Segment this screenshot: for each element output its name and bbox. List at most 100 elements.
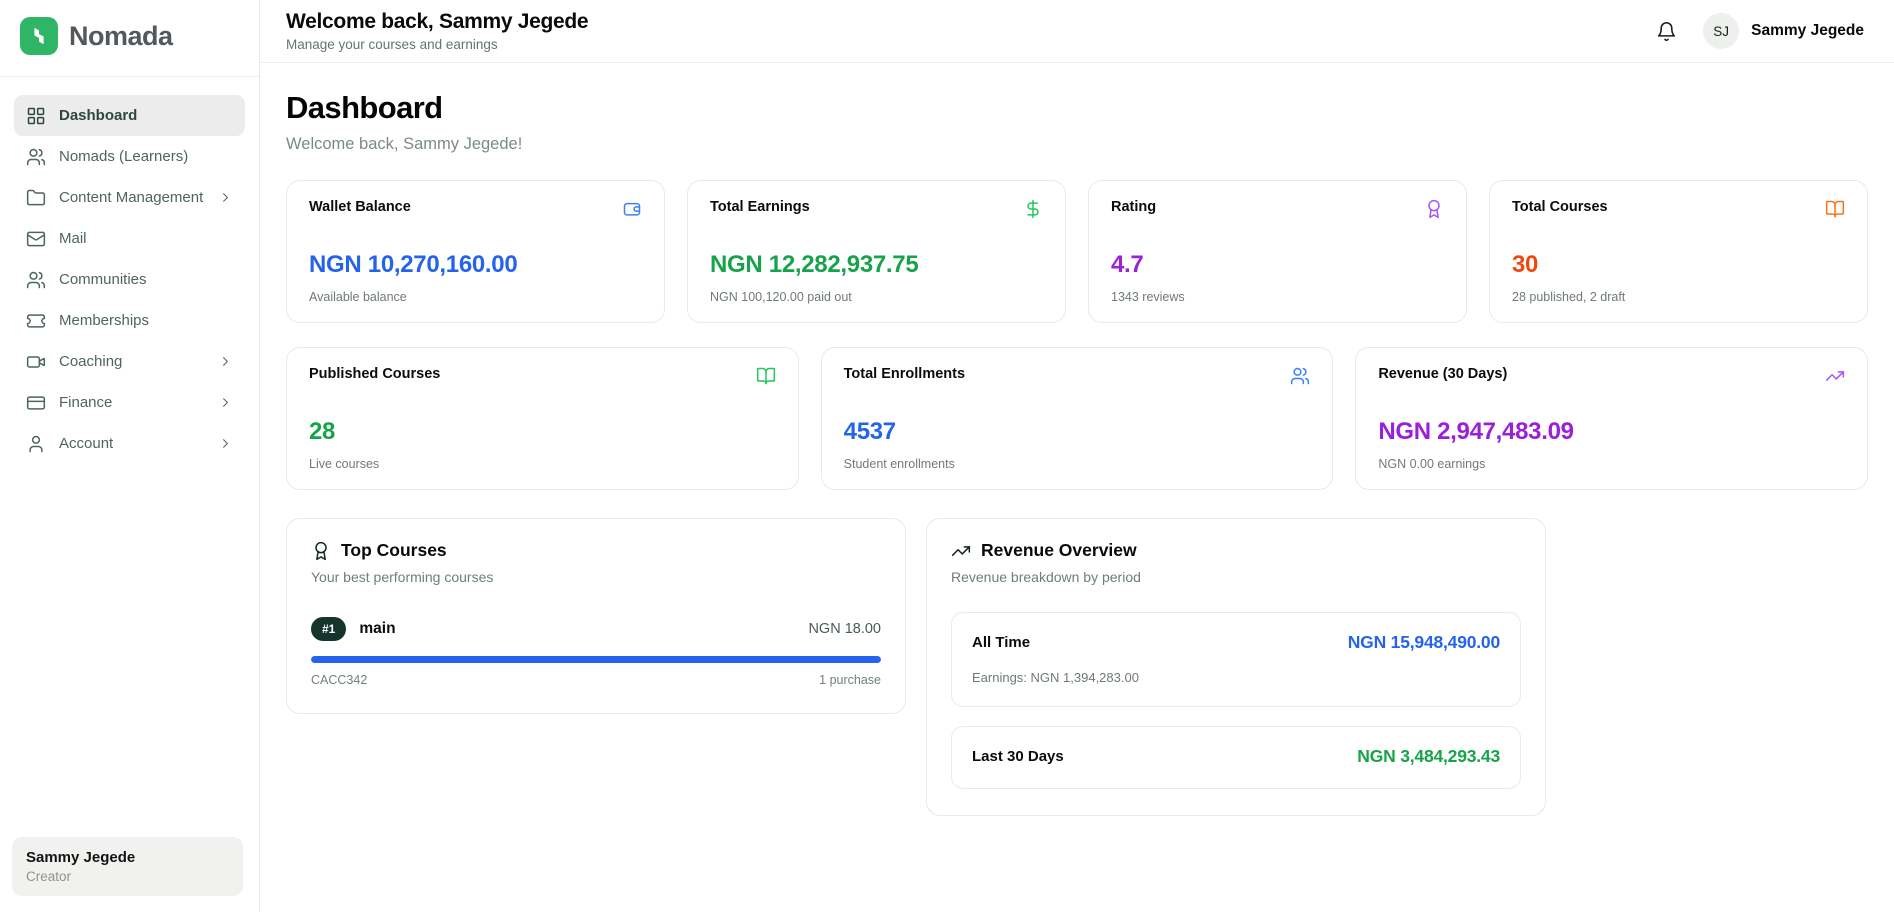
sidebar-item-content-management[interactable]: Content Management — [14, 177, 245, 218]
stat-value: NGN 2,947,483.09 — [1378, 418, 1845, 446]
stat-title: Wallet Balance — [309, 199, 411, 215]
chevron-right-icon — [218, 354, 233, 369]
stat-card-rating: Rating 4.7 1343 reviews — [1088, 180, 1467, 323]
brand-logo[interactable]: Nomada — [0, 0, 259, 77]
sidebar-item-account[interactable]: Account — [14, 423, 245, 464]
stat-subtext: Live courses — [309, 457, 776, 471]
sidebar-item-finance[interactable]: Finance — [14, 382, 245, 423]
stat-subtext: NGN 100,120.00 paid out — [710, 290, 1043, 304]
topbar-right: SJ Sammy Jegede — [1656, 13, 1864, 49]
avatar: SJ — [1703, 13, 1739, 49]
sidebar-item-coaching[interactable]: Coaching — [14, 341, 245, 382]
brand-name: Nomada — [69, 21, 173, 52]
sidebar-item-communities[interactable]: Communities — [14, 259, 245, 300]
chevron-right-icon — [218, 395, 233, 410]
stat-subtext: Available balance — [309, 290, 642, 304]
notifications-button[interactable] — [1656, 21, 1677, 42]
folder-icon — [26, 188, 46, 208]
revenue-period-all-time: All Time NGN 15,948,490.00 Earnings: NGN… — [951, 612, 1521, 707]
stat-title: Total Earnings — [710, 199, 810, 215]
sidebar-item-label: Coaching — [59, 353, 122, 370]
award-icon — [1424, 199, 1444, 219]
chevron-right-icon — [218, 436, 233, 451]
trending-up-icon — [1825, 366, 1845, 386]
revenue-period-last-30-days: Last 30 Days NGN 3,484,293.43 — [951, 726, 1521, 789]
users-icon — [26, 270, 46, 290]
ticket-icon — [26, 311, 46, 331]
period-value: NGN 15,948,490.00 — [1348, 632, 1500, 653]
panel-title: Revenue Overview — [981, 540, 1137, 561]
sidebar-item-label: Memberships — [59, 312, 149, 329]
bell-icon — [1656, 21, 1677, 42]
stat-card-revenue-30-days: Revenue (30 Days) NGN 2,947,483.09 NGN 0… — [1355, 347, 1868, 490]
grid-icon — [26, 106, 46, 126]
stat-subtext: 28 published, 2 draft — [1512, 290, 1845, 304]
stat-card-total-enrollments: Total Enrollments 4537 Student enrollmen… — [821, 347, 1334, 490]
stat-subtext: 1343 reviews — [1111, 290, 1444, 304]
page-title: Dashboard — [286, 90, 1868, 126]
top-courses-panel: Top Courses Your best performing courses… — [286, 518, 906, 714]
sidebar-item-label: Account — [59, 435, 113, 452]
stat-card-total-earnings: Total Earnings NGN 12,282,937.75 NGN 100… — [687, 180, 1066, 323]
panel-title: Top Courses — [341, 540, 447, 561]
stat-value: NGN 12,282,937.75 — [710, 251, 1043, 279]
stat-title: Rating — [1111, 199, 1156, 215]
mail-icon — [26, 229, 46, 249]
book-open-icon — [1825, 199, 1845, 219]
bottom-panels: Top Courses Your best performing courses… — [286, 518, 1868, 816]
stat-value: 4537 — [844, 418, 1311, 446]
users-icon — [1290, 366, 1310, 386]
stat-subtext: Student enrollments — [844, 457, 1311, 471]
course-price: NGN 18.00 — [808, 621, 881, 637]
course-purchases: 1 purchase — [819, 673, 881, 687]
user-name: Sammy Jegede — [1751, 22, 1864, 40]
stat-title: Total Courses — [1512, 199, 1608, 215]
course-code: CACC342 — [311, 673, 367, 687]
main-area: Welcome back, Sammy Jegede Manage your c… — [260, 0, 1894, 912]
sidebar-user-role: Creator — [26, 869, 229, 884]
stats-row-2: Published Courses 28 Live courses Total … — [286, 347, 1868, 490]
credit-card-icon — [26, 393, 46, 413]
dollar-icon — [1023, 199, 1043, 219]
course-name: main — [359, 620, 395, 638]
stat-value: 30 — [1512, 251, 1845, 279]
nomada-logo-icon — [20, 17, 58, 55]
period-earnings: Earnings: NGN 1,394,283.00 — [972, 670, 1500, 685]
sidebar-item-memberships[interactable]: Memberships — [14, 300, 245, 341]
stat-title: Revenue (30 Days) — [1378, 366, 1507, 382]
user-icon — [26, 434, 46, 454]
stat-card-total-courses: Total Courses 30 28 published, 2 draft — [1489, 180, 1868, 323]
sidebar-item-nomads[interactable]: Nomads (Learners) — [14, 136, 245, 177]
sidebar-item-mail[interactable]: Mail — [14, 218, 245, 259]
stat-card-published-courses: Published Courses 28 Live courses — [286, 347, 799, 490]
user-menu[interactable]: SJ Sammy Jegede — [1703, 13, 1864, 49]
trending-up-icon — [951, 541, 971, 561]
page-greeting: Welcome back, Sammy Jegede! — [286, 135, 1868, 154]
topbar: Welcome back, Sammy Jegede Manage your c… — [260, 0, 1894, 63]
stat-value: NGN 10,270,160.00 — [309, 251, 642, 279]
period-value: NGN 3,484,293.43 — [1357, 746, 1500, 767]
panel-subtitle: Revenue breakdown by period — [951, 569, 1521, 585]
sidebar-item-label: Nomads (Learners) — [59, 148, 188, 165]
stat-title: Total Enrollments — [844, 366, 965, 382]
stat-value: 4.7 — [1111, 251, 1444, 279]
sidebar-item-dashboard[interactable]: Dashboard — [14, 95, 245, 136]
book-open-icon — [756, 366, 776, 386]
sidebar-user-name: Sammy Jegede — [26, 849, 229, 866]
chevron-right-icon — [218, 190, 233, 205]
stat-subtext: NGN 0.00 earnings — [1378, 457, 1845, 471]
sidebar-item-label: Finance — [59, 394, 112, 411]
wallet-icon — [622, 199, 642, 219]
topbar-subtitle: Manage your courses and earnings — [286, 37, 588, 52]
dashboard-content: Dashboard Welcome back, Sammy Jegede! Wa… — [260, 63, 1894, 816]
revenue-overview-panel: Revenue Overview Revenue breakdown by pe… — [926, 518, 1546, 816]
top-course-item: #1 main NGN 18.00 CACC342 1 purchase — [311, 617, 881, 687]
award-icon — [311, 541, 331, 561]
stat-title: Published Courses — [309, 366, 440, 382]
period-label: Last 30 Days — [972, 748, 1064, 765]
video-icon — [26, 352, 46, 372]
rank-badge: #1 — [311, 617, 346, 641]
panel-subtitle: Your best performing courses — [311, 569, 881, 585]
sidebar-item-label: Dashboard — [59, 107, 137, 124]
sidebar-user-card[interactable]: Sammy Jegede Creator — [12, 837, 243, 896]
